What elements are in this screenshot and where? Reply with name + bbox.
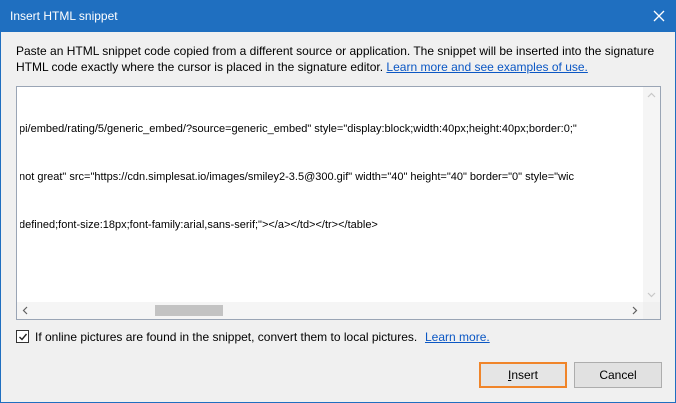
window-title: Insert HTML snippet xyxy=(10,9,118,23)
learn-more-link[interactable]: Learn more. xyxy=(425,330,490,344)
vertical-scrollbar[interactable] xyxy=(643,87,660,303)
snippet-code-area[interactable]: pi/embed/rating/5/generic_embed/?source=… xyxy=(20,89,628,299)
scrollbar-corner xyxy=(643,302,660,319)
horizontal-scroll-thumb[interactable] xyxy=(155,305,223,316)
chevron-right-icon[interactable] xyxy=(632,306,638,315)
title-bar: Insert HTML snippet xyxy=(1,1,675,32)
code-line: defined;font-size:18px;font-family:arial… xyxy=(20,219,378,231)
convert-pictures-label[interactable]: If online pictures are found in the snip… xyxy=(35,330,417,344)
code-line: pi/embed/rating/5/generic_embed/?source=… xyxy=(20,123,577,135)
close-icon xyxy=(653,10,665,22)
cancel-button[interactable]: Cancel xyxy=(574,362,662,388)
insert-button[interactable]: Insert xyxy=(479,362,567,388)
snippet-editor[interactable]: pi/embed/rating/5/generic_embed/?source=… xyxy=(16,86,661,320)
insert-html-snippet-dialog: Insert HTML snippet Paste an HTML snippe… xyxy=(0,0,676,403)
checkmark-icon xyxy=(19,333,28,341)
chevron-up-icon[interactable] xyxy=(647,92,656,98)
close-button[interactable] xyxy=(644,1,675,32)
insert-label: nsert xyxy=(511,368,539,382)
chevron-left-icon[interactable] xyxy=(22,306,28,315)
description: Paste an HTML snippet code copied from a… xyxy=(16,43,656,75)
chevron-down-icon[interactable] xyxy=(647,292,656,298)
horizontal-scrollbar[interactable] xyxy=(17,302,643,319)
learn-more-examples-link[interactable]: Learn more and see examples of use. xyxy=(386,60,587,74)
code-line: not great" src="https://cdn.simplesat.io… xyxy=(20,171,574,183)
convert-pictures-checkbox[interactable] xyxy=(16,330,29,343)
